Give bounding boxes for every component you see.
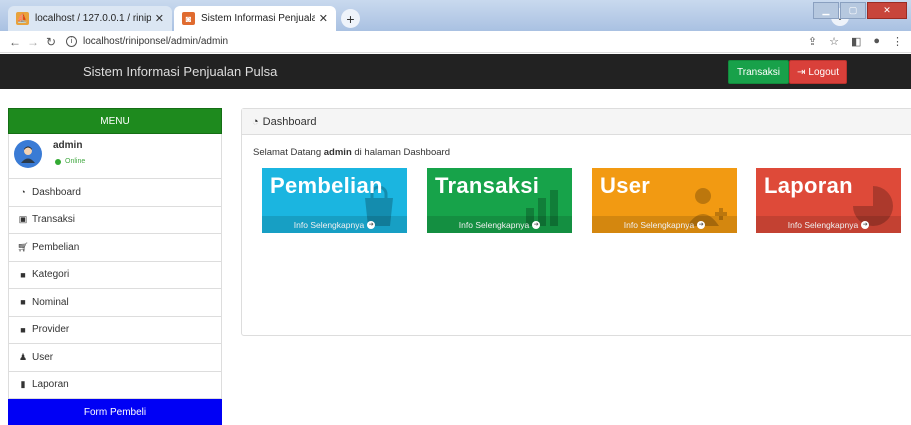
tile-link-label: Info Selengkapnya [458, 219, 530, 230]
app-favicon-icon: ◙ [182, 12, 195, 25]
sidebar-item-label: Laporan [32, 379, 69, 391]
tab-title: Sistem Informasi Penjualan Pulsa [201, 13, 315, 24]
tile-link-label: Info Selengkapnya [623, 219, 695, 230]
user-status: Online [55, 158, 85, 165]
tile-title: User [600, 173, 651, 198]
arrow-circle-right-icon: ➜ [367, 220, 376, 229]
sidebar-item-laporan[interactable]: ▮ Laporan [8, 371, 222, 399]
online-dot-icon [55, 158, 61, 165]
transaksi-button[interactable]: Transaksi [728, 60, 789, 84]
welcome-pre: Selamat Datang [253, 147, 324, 158]
reload-icon[interactable]: ↻ [42, 35, 60, 49]
sidebar-item-nominal[interactable]: ■ Nominal [8, 289, 222, 317]
profile-icon[interactable]: ● [873, 35, 880, 48]
panel-title: Dashboard [262, 115, 317, 128]
sidebar-item-provider[interactable]: ■ Provider [8, 316, 222, 344]
welcome-user: admin [323, 147, 352, 158]
sidebar-item-user[interactable]: ♟ User [8, 344, 222, 372]
sidebar-item-label: Transaksi [32, 214, 75, 226]
address-bar: ← → ↻ i localhost/riniponsel/admin/admin… [0, 31, 911, 53]
dashboard-icon: ◔ [20, 187, 26, 198]
tile-more-link[interactable]: Info Selengkapnya ➜ [427, 216, 572, 233]
browser-tab-app[interactable]: ◙ Sistem Informasi Penjualan Pulsa ✕ [174, 6, 336, 31]
browser-tab-phpmyadmin[interactable]: ⛵ localhost / 127.0.0.1 / riniponsel ✕ [8, 6, 172, 31]
url-text: localhost/riniponsel/admin/admin [83, 36, 229, 47]
tile-title: Transaksi [435, 173, 540, 198]
sidebar-item-kategori[interactable]: ■ Kategori [8, 261, 222, 289]
folder-icon: ■ [20, 324, 26, 335]
welcome-text: Selamat Datang admin di halaman Dashboar… [253, 147, 450, 158]
tab-title: localhost / 127.0.0.1 / riniponsel [35, 13, 151, 24]
minimize-icon[interactable]: ▁ [813, 2, 839, 19]
menu-heading: MENU [8, 108, 222, 134]
user-status-label: Online [65, 158, 86, 165]
close-tab-icon[interactable]: ✕ [319, 12, 328, 25]
dashboard-icon: ◔ [252, 115, 259, 128]
dashboard-panel: ◔ Dashboard Selamat Datang admin di hala… [241, 108, 911, 336]
menu-kebab-icon[interactable]: ⋮ [892, 35, 903, 48]
folder-icon: ■ [20, 297, 26, 308]
tile-link-label: Info Selengkapnya [293, 219, 365, 230]
avatar [14, 140, 42, 168]
sidebar-item-transaksi[interactable]: ▣ Transaksi [8, 206, 222, 234]
arrow-circle-right-icon: ➜ [697, 220, 706, 229]
maximize-icon[interactable]: ▢ [840, 2, 866, 19]
sidebar-item-label: Kategori [32, 269, 70, 281]
forward-icon[interactable]: → [24, 35, 42, 49]
cart-icon: 🛒︎ [17, 241, 29, 252]
sidebar-item-label: Provider [32, 324, 70, 336]
window-controls: ▁ ▢ ✕ [813, 2, 907, 19]
site-info-icon[interactable]: i [66, 36, 77, 47]
tile-pembelian[interactable]: Pembelian Info Selengkapnya ➜ [262, 168, 407, 233]
logout-label: Logout [808, 66, 839, 78]
panel-heading: ◔ Dashboard [242, 109, 911, 135]
side-panel-icon[interactable]: ◧ [851, 35, 861, 48]
tile-user[interactable]: User Info Selengkapnya ➜ [592, 168, 737, 233]
browser-tab-strip: ⛵ localhost / 127.0.0.1 / riniponsel ✕ ◙… [0, 0, 911, 31]
tile-link-label: Info Selengkapnya [787, 219, 859, 230]
user-panel: admin Online [8, 134, 222, 179]
sidebar-item-label: User [32, 351, 54, 363]
phpmyadmin-favicon-icon: ⛵ [16, 12, 29, 25]
welcome-post: di halaman Dashboard [351, 147, 450, 158]
tile-more-link[interactable]: Info Selengkapnya ➜ [262, 216, 407, 233]
close-tab-icon[interactable]: ✕ [155, 12, 164, 25]
tile-transaksi[interactable]: Transaksi Info Selengkapnya ➜ [427, 168, 572, 233]
arrow-circle-right-icon: ➜ [861, 220, 870, 229]
app-brand[interactable]: Sistem Informasi Penjualan Pulsa [83, 64, 277, 79]
sidebar: MENU admin Online ◔ Dashboard ▣ Transaks… [8, 108, 222, 425]
browser-actions: ⇪ ☆ ◧ ● ⋮ [808, 35, 903, 48]
sidebar-item-pembelian[interactable]: 🛒︎ Pembelian [8, 234, 222, 262]
app-navbar: Sistem Informasi Penjualan Pulsa Transak… [0, 54, 911, 89]
back-icon[interactable]: ← [6, 35, 24, 49]
user-name: admin [53, 140, 83, 151]
sidebar-item-label: Pembelian [32, 241, 80, 253]
form-pembeli-button[interactable]: Form Pembeli [8, 399, 222, 425]
tile-more-link[interactable]: Info Selengkapnya ➜ [592, 216, 737, 233]
close-window-icon[interactable]: ✕ [867, 2, 907, 19]
share-icon[interactable]: ⇪ [808, 35, 817, 48]
sidebar-item-dashboard[interactable]: ◔ Dashboard [8, 179, 222, 207]
file-icon: ▮ [20, 379, 26, 390]
tile-title: Pembelian [270, 173, 383, 198]
sidebar-item-label: Nominal [32, 296, 69, 308]
tile-laporan[interactable]: Laporan Info Selengkapnya ➜ [756, 168, 901, 233]
money-icon: ▣ [18, 214, 28, 225]
new-tab-button[interactable]: + [341, 9, 360, 28]
folder-icon: ■ [20, 269, 26, 280]
tile-more-link[interactable]: Info Selengkapnya ➜ [756, 216, 901, 233]
user-icon: ♟ [18, 351, 28, 362]
tile-title: Laporan [764, 173, 853, 198]
user-avatar-icon [21, 146, 35, 163]
logout-icon: ⇥ [797, 66, 806, 78]
arrow-circle-right-icon: ➜ [532, 220, 541, 229]
url-field[interactable]: i localhost/riniponsel/admin/admin [66, 36, 228, 47]
logout-button[interactable]: ⇥ Logout [789, 60, 847, 84]
sidebar-item-label: Dashboard [32, 186, 81, 198]
bookmark-star-icon[interactable]: ☆ [829, 35, 839, 48]
